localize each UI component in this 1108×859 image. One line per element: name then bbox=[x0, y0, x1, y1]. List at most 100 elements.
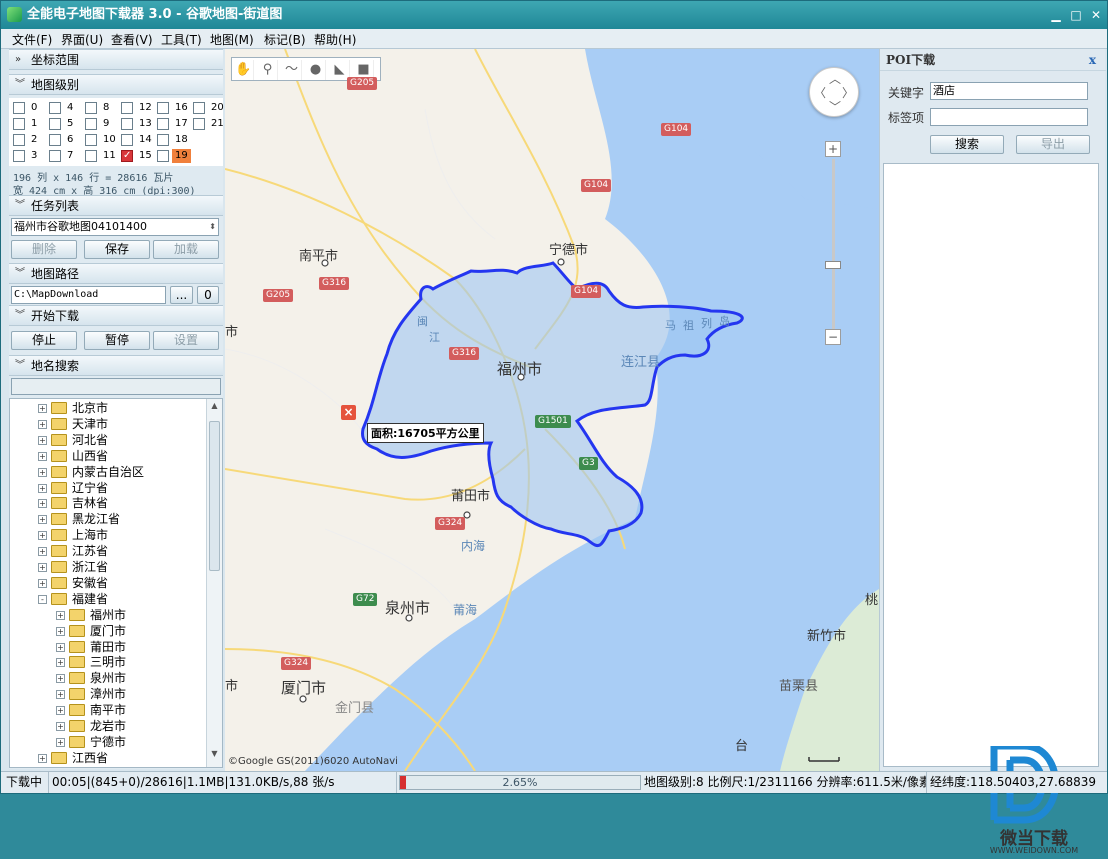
pan-right-icon[interactable]: 〉 bbox=[842, 84, 854, 101]
pan-down-icon[interactable]: ﹀ bbox=[829, 98, 841, 115]
checkbox-box[interactable] bbox=[193, 102, 205, 114]
expand-icon[interactable]: + bbox=[56, 737, 65, 747]
checkbox-box[interactable] bbox=[157, 118, 169, 130]
checkbox-box[interactable] bbox=[49, 150, 61, 162]
expand-icon[interactable]: + bbox=[56, 642, 65, 652]
section-search[interactable]: ︾ 地名搜索 bbox=[9, 355, 223, 376]
scroll-thumb[interactable] bbox=[209, 421, 220, 571]
level-checkbox-19[interactable]: 19 bbox=[155, 149, 191, 163]
level-checkbox-10[interactable]: 10 bbox=[83, 133, 119, 147]
checkbox-box[interactable] bbox=[85, 150, 97, 162]
expand-icon[interactable]: + bbox=[38, 483, 47, 493]
menu-mark[interactable]: 标记(B) bbox=[264, 31, 306, 48]
pan-up-icon[interactable]: ︿ bbox=[829, 70, 841, 87]
checkbox-box[interactable] bbox=[121, 118, 133, 130]
menu-ui[interactable]: 界面(U) bbox=[61, 31, 103, 48]
pause-button[interactable]: 暂停 bbox=[84, 331, 150, 350]
title-bar[interactable]: 全能电子地图下载器 3.0 - 谷歌地图-街道图 ▁ □ ✕ bbox=[1, 1, 1107, 29]
remove-area-icon[interactable]: × bbox=[341, 405, 356, 420]
spinner-icon[interactable]: ⬍ bbox=[209, 219, 216, 235]
level-checkbox-4[interactable]: 4 bbox=[47, 101, 83, 115]
section-coords[interactable]: » 坐标范围 bbox=[9, 49, 223, 70]
level-checkbox-21[interactable]: 21 bbox=[191, 117, 227, 131]
level-checkbox-13[interactable]: 13 bbox=[119, 117, 155, 131]
scroll-down-icon[interactable]: ▼ bbox=[209, 749, 220, 761]
section-path[interactable]: ︾ 地图路径 bbox=[9, 263, 223, 284]
checkbox-box[interactable] bbox=[121, 149, 133, 163]
browse-button[interactable]: ... bbox=[170, 286, 193, 304]
path-input[interactable]: C:\MapDownload bbox=[11, 286, 166, 304]
pan-left-icon[interactable]: 〈 bbox=[814, 84, 826, 101]
stop-button[interactable]: 停止 bbox=[11, 331, 77, 350]
expand-icon[interactable]: + bbox=[38, 404, 47, 413]
tag-input[interactable] bbox=[930, 108, 1088, 126]
poi-result-list[interactable]: 微当下载 WWW.WEIDOWN.COM bbox=[883, 163, 1099, 855]
zoom-slider-thumb[interactable] bbox=[825, 261, 841, 269]
save-button[interactable]: 保存 bbox=[84, 240, 150, 259]
maximize-button[interactable]: □ bbox=[1069, 8, 1083, 22]
minimize-button[interactable]: ▁ bbox=[1049, 8, 1063, 22]
expand-icon[interactable]: + bbox=[38, 435, 47, 445]
close-button[interactable]: ✕ bbox=[1089, 8, 1103, 22]
expand-icon[interactable]: + bbox=[38, 419, 47, 429]
level-checkbox-16[interactable]: 16 bbox=[155, 101, 191, 115]
checkbox-box[interactable] bbox=[85, 118, 97, 130]
menu-tools[interactable]: 工具(T) bbox=[161, 31, 202, 48]
expand-icon[interactable]: + bbox=[56, 658, 65, 668]
expand-icon[interactable]: + bbox=[56, 706, 65, 716]
checkbox-box[interactable] bbox=[85, 102, 97, 114]
expand-icon[interactable]: + bbox=[56, 674, 65, 684]
place-search-input[interactable] bbox=[11, 378, 221, 395]
section-levels[interactable]: ︾ 地图级别 bbox=[9, 74, 223, 95]
level-checkbox-14[interactable]: 14 bbox=[119, 133, 155, 147]
menu-view[interactable]: 查看(V) bbox=[111, 31, 153, 48]
expand-icon[interactable]: + bbox=[38, 753, 47, 763]
expand-icon[interactable]: + bbox=[38, 547, 47, 557]
menu-map[interactable]: 地图(M) bbox=[210, 31, 254, 48]
checkbox-box[interactable] bbox=[49, 118, 61, 130]
menu-help[interactable]: 帮助(H) bbox=[314, 31, 356, 48]
checkbox-box[interactable] bbox=[157, 150, 169, 162]
level-checkbox-8[interactable]: 8 bbox=[83, 101, 119, 115]
expand-icon[interactable]: + bbox=[56, 722, 65, 731]
delete-button[interactable]: 删除 bbox=[11, 240, 77, 259]
settings-button[interactable]: 设置 bbox=[153, 331, 219, 350]
checkbox-box[interactable] bbox=[193, 118, 205, 130]
checkbox-box[interactable] bbox=[157, 102, 169, 114]
level-checkbox-9[interactable]: 9 bbox=[83, 117, 119, 131]
checkbox-box[interactable] bbox=[13, 150, 25, 162]
pan-tool-icon[interactable]: ✋ bbox=[234, 60, 254, 80]
keyword-input[interactable]: 酒店 bbox=[930, 82, 1088, 100]
expand-icon[interactable]: + bbox=[56, 610, 65, 620]
level-checkbox-7[interactable]: 7 bbox=[47, 149, 83, 163]
section-tasks[interactable]: ︾ 任务列表 bbox=[9, 195, 223, 216]
level-checkbox-18[interactable]: 18 bbox=[155, 133, 191, 147]
level-checkbox-6[interactable]: 6 bbox=[47, 133, 83, 147]
pan-control[interactable]: ︿ ﹀ 〈 〉 bbox=[809, 67, 859, 117]
checkbox-box[interactable] bbox=[49, 102, 61, 114]
checkbox-box[interactable] bbox=[13, 118, 25, 130]
expand-icon[interactable]: + bbox=[38, 451, 47, 461]
circle-tool-icon[interactable]: ● bbox=[306, 60, 326, 80]
level-checkbox-5[interactable]: 5 bbox=[47, 117, 83, 131]
expand-icon[interactable]: + bbox=[38, 563, 47, 572]
marker-tool-icon[interactable]: ⚲ bbox=[258, 60, 278, 80]
level-checkbox-15[interactable]: 15 bbox=[119, 149, 155, 163]
checkbox-box[interactable] bbox=[121, 102, 133, 114]
level-checkbox-20[interactable]: 20 bbox=[191, 101, 227, 115]
level-checkbox-0[interactable]: 0 bbox=[11, 101, 47, 115]
expand-icon[interactable]: + bbox=[56, 690, 65, 700]
checkbox-box[interactable] bbox=[13, 102, 25, 114]
level-checkbox-12[interactable]: 12 bbox=[119, 101, 155, 115]
checkbox-box[interactable] bbox=[121, 134, 133, 146]
map-view[interactable]: ✋ ⚲ 〜 ● ◣ ■ ︿ ﹀ 〈 〉 + − 南平市 宁德市 福州市 连江县 … bbox=[225, 49, 879, 771]
task-select[interactable]: 福州市谷歌地图04101400 ⬍ bbox=[11, 218, 219, 236]
search-button[interactable]: 搜索 bbox=[930, 135, 1004, 154]
expand-icon[interactable]: + bbox=[38, 467, 47, 477]
level-checkbox-3[interactable]: 3 bbox=[11, 149, 47, 163]
collapse-icon[interactable]: - bbox=[38, 594, 47, 604]
zoom-in-button[interactable]: + bbox=[825, 141, 841, 157]
level-checkbox-1[interactable]: 1 bbox=[11, 117, 47, 131]
menu-file[interactable]: 文件(F) bbox=[12, 31, 52, 48]
level-checkbox-17[interactable]: 17 bbox=[155, 117, 191, 131]
